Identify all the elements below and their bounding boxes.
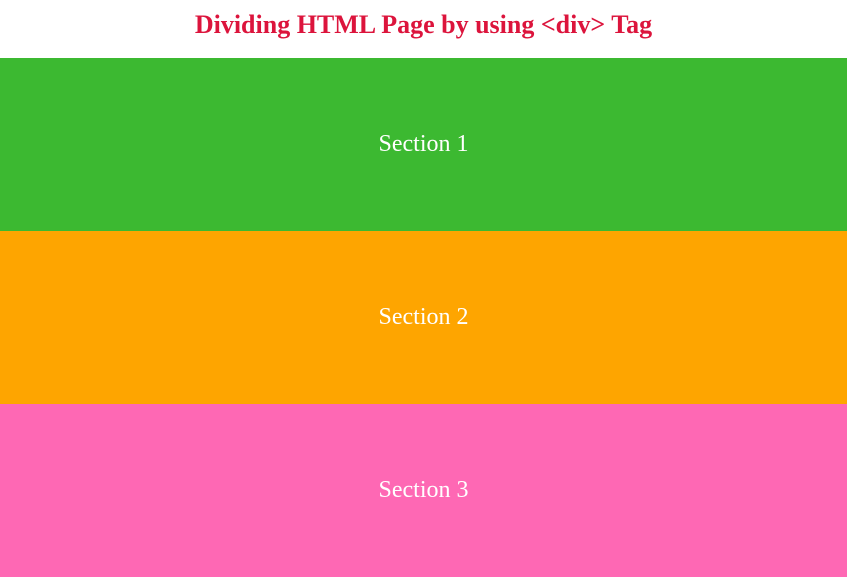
section-2: Section 2	[0, 231, 847, 404]
sections-container: Section 1 Section 2 Section 3	[0, 58, 847, 577]
section-1: Section 1	[0, 58, 847, 231]
section-3: Section 3	[0, 404, 847, 577]
section-1-label: Section 1	[379, 131, 469, 158]
section-2-label: Section 2	[379, 304, 469, 331]
section-3-label: Section 3	[379, 477, 469, 504]
page-title: Dividing HTML Page by using <div> Tag	[0, 0, 847, 58]
